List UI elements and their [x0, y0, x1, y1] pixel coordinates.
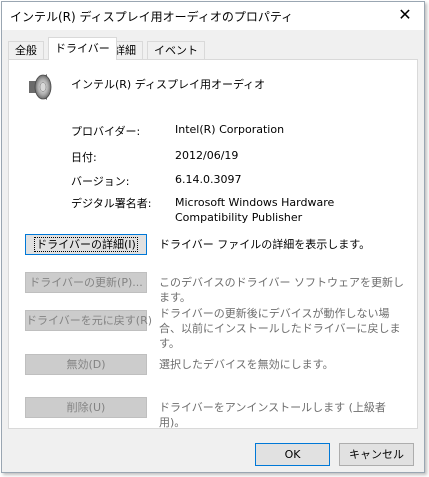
version-label: バージョン:	[71, 175, 130, 188]
tab-strip: 全般 ドライバー 詳細 イベント	[8, 37, 418, 60]
uninstall-description: ドライバーをアンインストールします (上級者用)。	[159, 401, 386, 429]
update-driver-button[interactable]: ドライバーの更新(P)...	[25, 272, 147, 293]
speaker-icon	[29, 74, 52, 100]
ok-button[interactable]: OK	[255, 443, 330, 466]
update-driver-description: このデバイスのドライバー ソフトウェアを更新します。	[159, 276, 404, 304]
driver-panel: インテル(R) ディスプレイ用オーディオ プロバイダー: Intel(R) Co…	[8, 59, 418, 429]
window-title: インテル(R) ディスプレイ用オーディオのプロパティ	[10, 10, 294, 24]
device-name: インテル(R) ディスプレイ用オーディオ	[71, 78, 266, 91]
date-value: 2012/06/19	[175, 149, 239, 162]
uninstall-button[interactable]: 削除(U)	[25, 397, 147, 418]
signer-label: デジタル署名者:	[71, 197, 152, 210]
rollback-driver-description: ドライバーの更新後にデバイスが動作しない場合、以前にインストールしたドライバーに…	[159, 307, 401, 350]
provider-value: Intel(R) Corporation	[175, 123, 285, 136]
signer-value: Microsoft Windows Hardware Compatibility…	[175, 196, 335, 224]
date-label: 日付:	[71, 151, 97, 164]
title-bar: インテル(R) ディスプレイ用オーディオのプロパティ ✕	[2, 2, 424, 30]
tab-driver[interactable]: ドライバー	[48, 37, 117, 60]
disable-description: 選択したデバイスを無効にします。	[159, 358, 334, 371]
version-value: 6.14.0.3097	[175, 173, 242, 186]
rollback-driver-button[interactable]: ドライバーを元に戻す(R)	[25, 310, 152, 331]
driver-details-button[interactable]: ドライバーの詳細(I)	[25, 234, 147, 255]
disable-button[interactable]: 無効(D)	[25, 354, 147, 375]
driver-details-label: ドライバーの詳細(I)	[34, 237, 138, 252]
close-icon[interactable]: ✕	[394, 5, 416, 25]
tab-general[interactable]: 全般	[8, 41, 44, 59]
cancel-button[interactable]: キャンセル	[339, 443, 414, 466]
provider-label: プロバイダー:	[71, 125, 141, 138]
properties-dialog: インテル(R) ディスプレイ用オーディオのプロパティ ✕ 全般 ドライバー 詳細…	[1, 1, 425, 473]
driver-details-description: ドライバー ファイルの詳細を表示します。	[159, 238, 371, 251]
tab-events[interactable]: イベント	[147, 41, 205, 59]
